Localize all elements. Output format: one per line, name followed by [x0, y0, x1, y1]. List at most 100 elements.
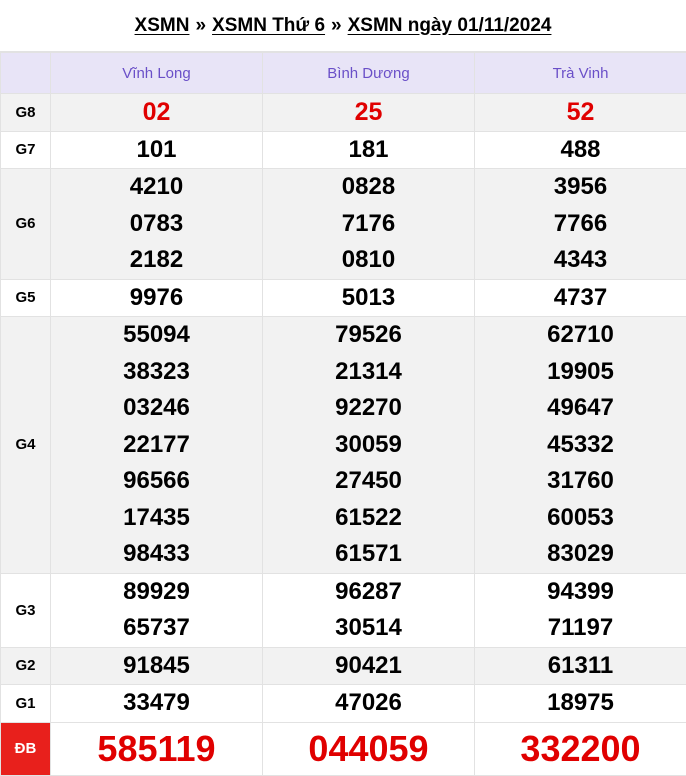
prize-number: 4737 — [475, 280, 686, 317]
breadcrumb-link-xsmn-thu-6[interactable]: XSMN Thứ 6 — [212, 15, 325, 37]
prize-label: G2 — [1, 647, 51, 685]
prize-cell: 8992965737 — [51, 573, 263, 647]
prize-cell: 044059 — [263, 722, 475, 775]
prize-label: ĐB — [1, 722, 51, 775]
breadcrumb-link-xsmn[interactable]: XSMN — [135, 15, 190, 37]
province-header: Bình Dương — [263, 53, 475, 94]
results-table: Vĩnh Long Bình Dương Trà Vinh G8022552G7… — [0, 52, 686, 776]
prize-number: 61522 — [263, 500, 474, 537]
prize-cell: 18975 — [475, 685, 686, 723]
prize-cell: 9628730514 — [263, 573, 475, 647]
prize-cell: 91845 — [51, 647, 263, 685]
prize-number: 9976 — [51, 280, 262, 317]
prize-row: G3899296573796287305149439971197 — [1, 573, 686, 647]
prize-number: 25 — [263, 94, 474, 131]
province-header-row: Vĩnh Long Bình Dương Trà Vinh — [1, 53, 686, 94]
prize-number: 45332 — [475, 427, 686, 464]
prize-number: 22177 — [51, 427, 262, 464]
prize-number: 52 — [475, 94, 686, 131]
prize-number: 91845 — [51, 648, 262, 685]
prize-number: 2182 — [51, 242, 262, 279]
province-header: Vĩnh Long — [51, 53, 263, 94]
prize-cell: 02 — [51, 94, 263, 132]
prize-number: 60053 — [475, 500, 686, 537]
prize-row: G6421007832182082871760810395677664343 — [1, 169, 686, 280]
prize-number: 0783 — [51, 206, 262, 243]
prize-number: 83029 — [475, 536, 686, 573]
prize-number: 17435 — [51, 500, 262, 537]
prize-number: 71197 — [475, 610, 686, 647]
prize-number: 101 — [51, 132, 262, 169]
prize-label: G3 — [1, 573, 51, 647]
prize-number: 19905 — [475, 354, 686, 391]
prize-number: 0828 — [263, 169, 474, 206]
prize-row: G1334794702618975 — [1, 685, 686, 723]
prize-number: 33479 — [51, 685, 262, 722]
province-header: Trà Vinh — [475, 53, 686, 94]
prize-label: G8 — [1, 94, 51, 132]
prize-number: 47026 — [263, 685, 474, 722]
prize-number: 4343 — [475, 242, 686, 279]
prize-cell: 55094383230324622177965661743598433 — [51, 317, 263, 574]
prize-row: G2918459042161311 — [1, 647, 686, 685]
prize-label: G6 — [1, 169, 51, 280]
breadcrumb-separator: » — [331, 15, 342, 37]
prize-number: 61571 — [263, 536, 474, 573]
prize-number: 02 — [51, 94, 262, 131]
prize-number: 7176 — [263, 206, 474, 243]
prize-cell: 79526213149227030059274506152261571 — [263, 317, 475, 574]
prize-number: 30059 — [263, 427, 474, 464]
prize-number: 38323 — [51, 354, 262, 391]
prize-label: G1 — [1, 685, 51, 723]
prize-number: 62710 — [475, 317, 686, 354]
prize-cell: 082871760810 — [263, 169, 475, 280]
prize-cell: 62710199054964745332317606005383029 — [475, 317, 686, 574]
prize-number: 18975 — [475, 685, 686, 722]
breadcrumb-link-xsmn-date[interactable]: XSMN ngày 01/11/2024 — [348, 15, 552, 37]
breadcrumb-separator: » — [195, 15, 206, 37]
prize-number: 55094 — [51, 317, 262, 354]
prize-number: 90421 — [263, 648, 474, 685]
prize-number: 94399 — [475, 574, 686, 611]
header-corner — [1, 53, 51, 94]
prize-number: 92270 — [263, 390, 474, 427]
prize-number: 4210 — [51, 169, 262, 206]
prize-cell: 421007832182 — [51, 169, 263, 280]
prize-cell: 4737 — [475, 279, 686, 317]
prize-cell: 33479 — [51, 685, 263, 723]
prize-number: 61311 — [475, 648, 686, 685]
prize-cell: 332200 — [475, 722, 686, 775]
prize-number: 98433 — [51, 536, 262, 573]
prize-number: 49647 — [475, 390, 686, 427]
prize-cell: 9976 — [51, 279, 263, 317]
prize-number: 332200 — [475, 723, 686, 775]
prize-label: G5 — [1, 279, 51, 317]
prize-row: ĐB585119044059332200 — [1, 722, 686, 775]
prize-number: 3956 — [475, 169, 686, 206]
prize-number: 03246 — [51, 390, 262, 427]
prize-number: 30514 — [263, 610, 474, 647]
prize-cell: 181 — [263, 131, 475, 169]
prize-number: 89929 — [51, 574, 262, 611]
prize-row: G5997650134737 — [1, 279, 686, 317]
prize-cell: 52 — [475, 94, 686, 132]
prize-cell: 47026 — [263, 685, 475, 723]
prize-row: G8022552 — [1, 94, 686, 132]
prize-label: G4 — [1, 317, 51, 574]
prize-row: G455094383230324622177965661743598433795… — [1, 317, 686, 574]
breadcrumb: XSMN » XSMN Thứ 6 » XSMN ngày 01/11/2024 — [0, 0, 686, 52]
prize-cell: 90421 — [263, 647, 475, 685]
prize-number: 96287 — [263, 574, 474, 611]
prize-cell: 9439971197 — [475, 573, 686, 647]
prize-cell: 488 — [475, 131, 686, 169]
prize-row: G7101181488 — [1, 131, 686, 169]
prize-cell: 101 — [51, 131, 263, 169]
prize-cell: 25 — [263, 94, 475, 132]
prize-number: 585119 — [51, 723, 262, 775]
prize-number: 181 — [263, 132, 474, 169]
prize-cell: 585119 — [51, 722, 263, 775]
prize-number: 0810 — [263, 242, 474, 279]
prize-number: 79526 — [263, 317, 474, 354]
prize-number: 5013 — [263, 280, 474, 317]
prize-number: 488 — [475, 132, 686, 169]
